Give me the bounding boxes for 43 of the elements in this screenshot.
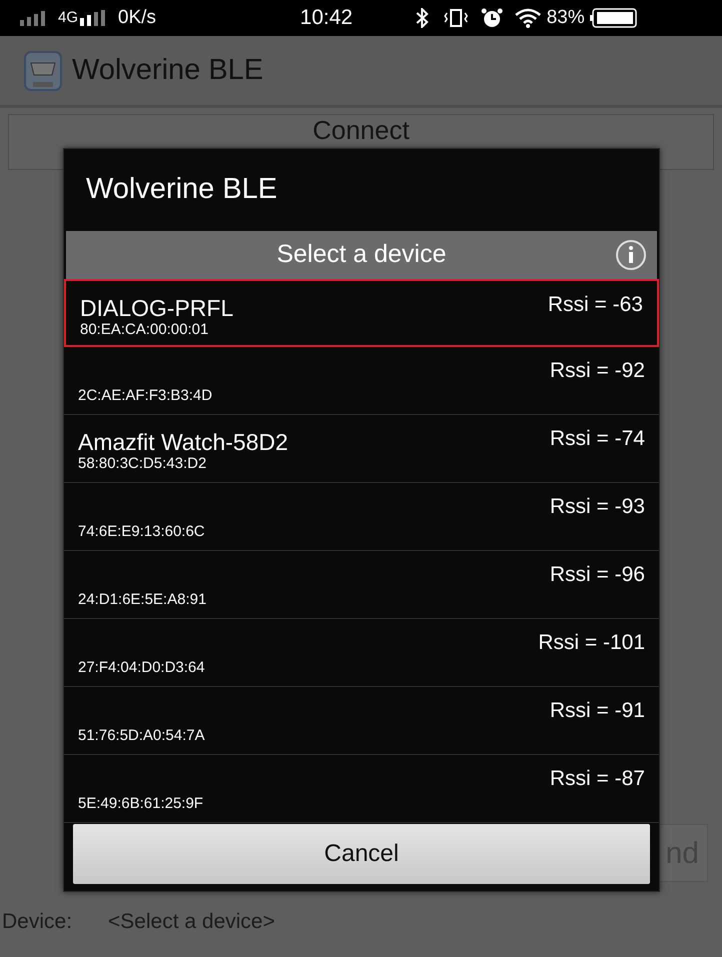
device-label: Device: (2, 909, 72, 935)
rssi-value: Rssi = -93 (550, 494, 645, 520)
wifi-icon (514, 8, 541, 28)
device-item[interactable]: Rssi = -91 51:76:5D:A0:54:7A (64, 687, 659, 755)
device-item[interactable]: Rssi = -92 2C:AE:AF:F3:B3:4D (64, 347, 659, 415)
device-address: 74:6E:E9:13:60:6C (78, 522, 205, 542)
network-speed: 0K/s (118, 6, 156, 30)
rssi-value: Rssi = -101 (538, 630, 645, 656)
device-item[interactable]: Rssi = -96 24:D1:6E:5E:A8:91 (64, 551, 659, 619)
device-value: <Select a device> (108, 909, 275, 935)
device-address: 58:80:3C:D5:43:D2 (78, 454, 206, 474)
clock: 10:42 (300, 5, 353, 32)
rssi-value: Rssi = -87 (550, 766, 645, 792)
vibrate-icon (442, 8, 469, 28)
device-item[interactable]: Amazfit Watch-58D2 Rssi = -74 58:80:3C:D5:43:D2 (64, 415, 659, 483)
bluetooth-icon (414, 8, 429, 28)
device-address: 5E:49:6B:61:25:9F (78, 794, 204, 814)
device-item[interactable]: DIALOG-PRFL Rssi = -63 80:EA:CA:00:00:01 (64, 279, 659, 347)
device-name: DIALOG-PRFL (80, 294, 234, 323)
cancel-button[interactable]: Cancel (73, 824, 650, 884)
rssi-value: Rssi = -91 (550, 698, 645, 724)
rssi-value: Rssi = -96 (550, 562, 645, 588)
network-type: 4G (58, 8, 78, 28)
rssi-value: Rssi = -63 (548, 292, 643, 318)
battery-level: 83% (546, 6, 585, 30)
list-header-title: Select a device (276, 239, 446, 270)
device-address: 24:D1:6E:5E:A8:91 (78, 590, 206, 610)
app-title: Wolverine BLE (72, 52, 264, 88)
rssi-value: Rssi = -74 (550, 426, 645, 452)
device-address: 51:76:5D:A0:54:7A (78, 726, 205, 746)
device-item[interactable]: Rssi = -87 5E:49:6B:61:25:9F (64, 755, 659, 823)
device-item[interactable]: Rssi = -93 74:6E:E9:13:60:6C (64, 483, 659, 551)
alarm-icon (480, 8, 503, 28)
rssi-value: Rssi = -92 (550, 358, 645, 384)
battery-icon (588, 8, 637, 28)
device-item[interactable]: Rssi = -101 27:F4:04:D0:D3:64 (64, 619, 659, 687)
device-address: 80:EA:CA:00:00:01 (80, 320, 208, 340)
device-address: 2C:AE:AF:F3:B3:4D (78, 386, 212, 406)
info-icon[interactable] (615, 239, 647, 271)
serial-port-icon (24, 50, 62, 90)
device-address: 27:F4:04:D0:D3:64 (78, 658, 205, 678)
dialog-title: Wolverine BLE (86, 172, 278, 208)
device-name: Amazfit Watch-58D2 (78, 428, 288, 457)
